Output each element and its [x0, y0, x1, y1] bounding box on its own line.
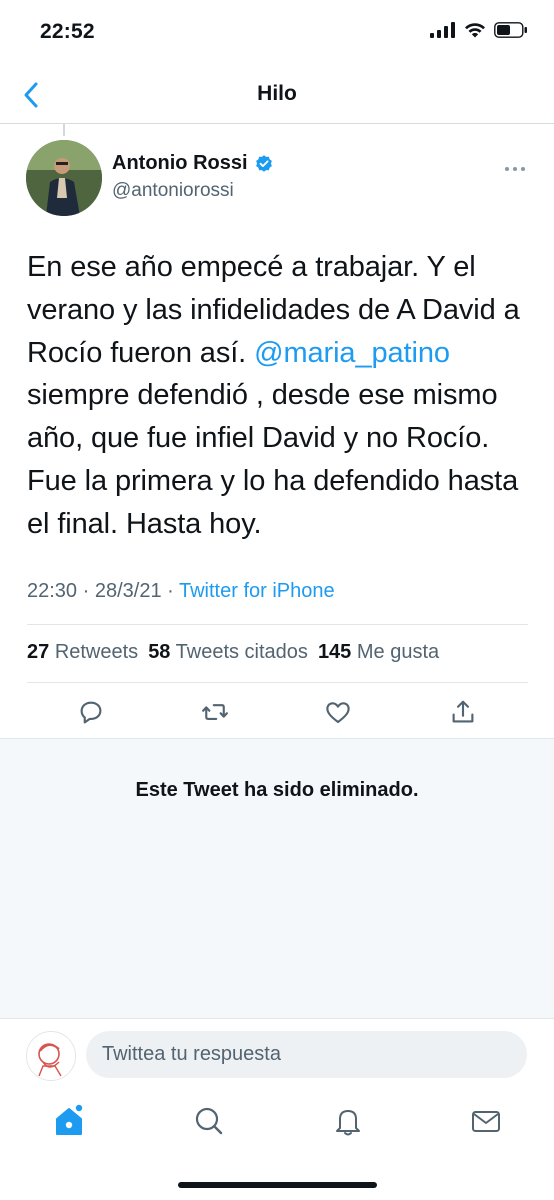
tweet-text: En ese año empecé a trabajar. Y el veran… [27, 246, 532, 546]
tweet-time: 22:30 [27, 580, 78, 602]
reply-placeholder: Twittea tu respuesta [102, 1043, 281, 1065]
status-icons [430, 22, 528, 38]
share-icon [452, 700, 474, 723]
home-icon [56, 1104, 83, 1135]
nav-divider [0, 123, 554, 124]
retweets-count: 27 [27, 641, 50, 663]
quotes-stat[interactable]: 58 Tweets citados [148, 641, 308, 664]
verified-badge-icon [255, 154, 272, 172]
like-button[interactable] [323, 697, 353, 727]
notifications-icon [336, 1110, 360, 1136]
back-chevron-icon [24, 82, 38, 108]
tweet-text-part: siempre defendió , desde ese mismo año, … [27, 379, 519, 540]
author-handle[interactable]: @antoniorossi [112, 180, 234, 202]
author-avatar[interactable] [26, 140, 102, 216]
likes-count: 145 [317, 641, 352, 663]
retweets-stat[interactable]: 27 Retweets [27, 641, 138, 664]
likes-label: Me gusta [356, 641, 440, 663]
reply-button[interactable] [76, 697, 106, 727]
share-button[interactable] [448, 697, 478, 727]
tweet-stats: 27 Retweets 58 Tweets citados 145 Me gus… [27, 641, 439, 664]
quotes-label: Tweets citados [175, 641, 308, 663]
tweet-source-link[interactable]: Twitter for iPhone [179, 580, 335, 602]
tab-home[interactable] [52, 1104, 86, 1138]
wifi-icon [465, 23, 485, 38]
retweet-icon [202, 704, 228, 720]
more-options-button[interactable] [504, 160, 526, 178]
like-icon [326, 702, 350, 724]
home-indicator[interactable] [178, 1182, 377, 1188]
mention-link[interactable]: @maria_patino [254, 337, 450, 369]
tweet-meta: 22:30 · 28/3/21 · Twitter for iPhone [27, 580, 335, 602]
user-avatar[interactable] [26, 1031, 76, 1081]
tweet-date: 28/3/21 [94, 580, 162, 602]
battery-icon [494, 22, 527, 38]
thread-connector-line [63, 124, 65, 136]
back-button[interactable] [20, 78, 48, 112]
reply-icon [80, 701, 102, 724]
divider [27, 624, 528, 625]
page-title: Hilo [257, 82, 297, 105]
more-dots-icon [505, 167, 525, 171]
deleted-tweet-notice: Este Tweet ha sido eliminado. [135, 779, 419, 801]
retweets-label: Retweets [54, 641, 139, 663]
divider [0, 1018, 554, 1019]
author-name-text: Antonio Rossi [112, 152, 248, 174]
quotes-count: 58 [148, 641, 171, 663]
tab-notifications[interactable] [331, 1104, 365, 1138]
author-name[interactable]: Antonio Rossi [112, 152, 274, 175]
search-icon [195, 1107, 223, 1135]
messages-icon [472, 1111, 500, 1132]
divider [27, 682, 528, 683]
reply-input[interactable]: Twittea tu respuesta [86, 1031, 527, 1078]
tab-messages[interactable] [469, 1104, 503, 1138]
signal-icon [430, 22, 455, 38]
retweet-button[interactable] [200, 697, 230, 727]
tab-search[interactable] [192, 1104, 226, 1138]
likes-stat[interactable]: 145 Me gusta [318, 641, 439, 664]
status-time: 22:52 [40, 20, 95, 43]
